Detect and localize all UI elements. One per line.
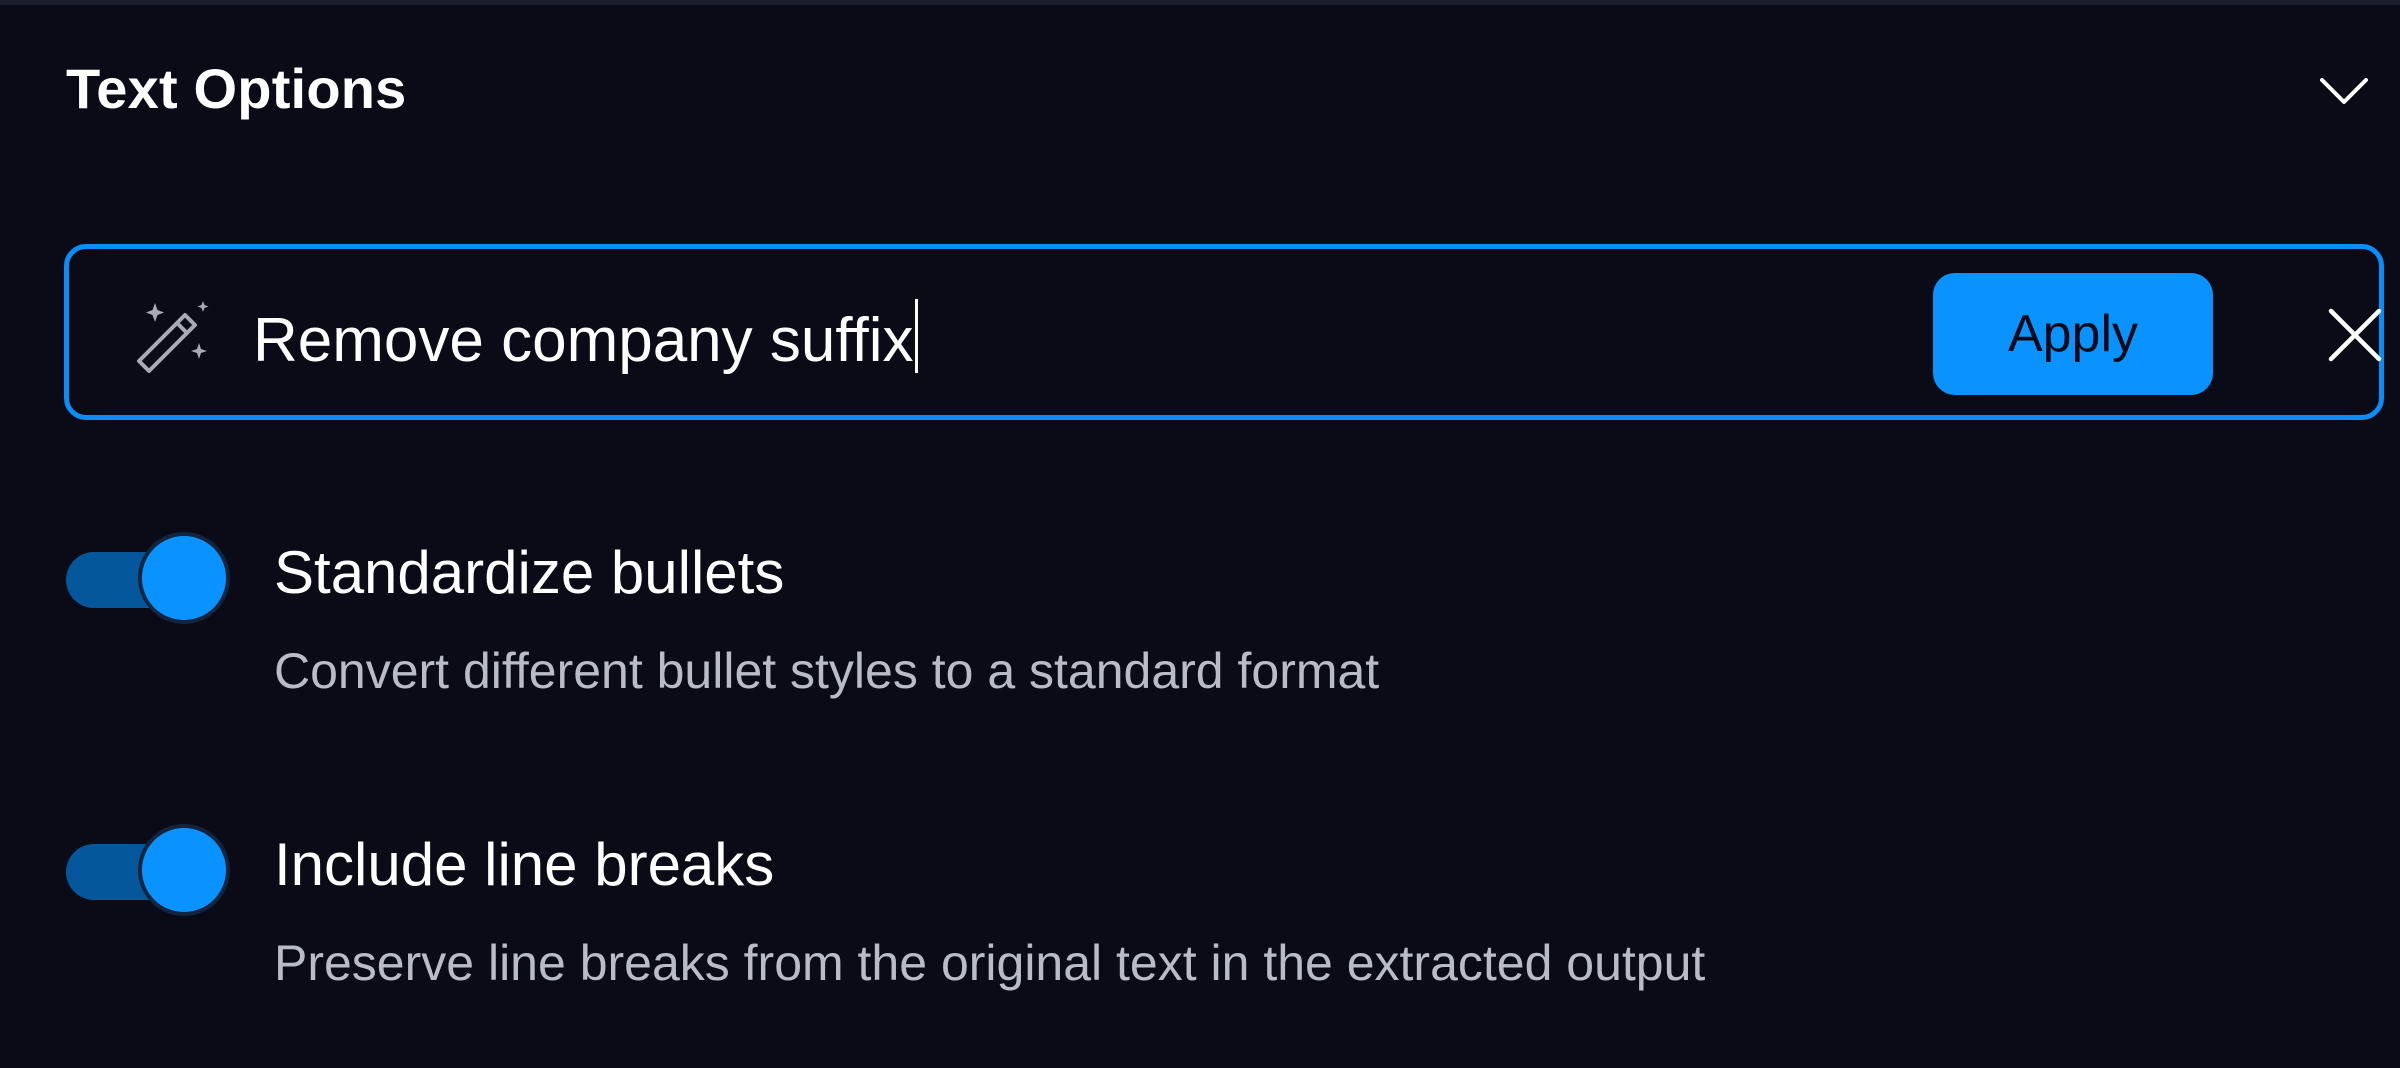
- apply-button[interactable]: Apply: [1933, 273, 2213, 395]
- option-description: Convert different bullet styles to a sta…: [274, 643, 1380, 699]
- magic-wand-icon: [137, 301, 209, 373]
- option-description: Preserve line breaks from the original t…: [274, 935, 1706, 991]
- option-standardize-bullets: Standardize bullets Convert different bu…: [66, 530, 2366, 730]
- text-options-header[interactable]: Text Options: [66, 48, 2386, 128]
- top-divider: [0, 0, 2400, 5]
- text-caret: [915, 299, 919, 373]
- prompt-input[interactable]: Remove company suffix: [253, 299, 919, 376]
- include-line-breaks-toggle[interactable]: [66, 822, 236, 918]
- option-label: Standardize bullets: [274, 539, 785, 606]
- chevron-down-icon[interactable]: [2318, 64, 2370, 116]
- ai-prompt-box: Remove company suffix Apply: [64, 244, 2384, 420]
- prompt-input-value: Remove company suffix: [253, 306, 914, 375]
- toggle-knob: [138, 532, 230, 624]
- section-title: Text Options: [66, 57, 407, 120]
- option-include-line-breaks: Include line breaks Preserve line breaks…: [66, 822, 2366, 1022]
- standardize-bullets-toggle[interactable]: [66, 530, 236, 626]
- toggle-knob: [138, 824, 230, 916]
- close-icon[interactable]: [2309, 289, 2400, 381]
- option-label: Include line breaks: [274, 831, 775, 898]
